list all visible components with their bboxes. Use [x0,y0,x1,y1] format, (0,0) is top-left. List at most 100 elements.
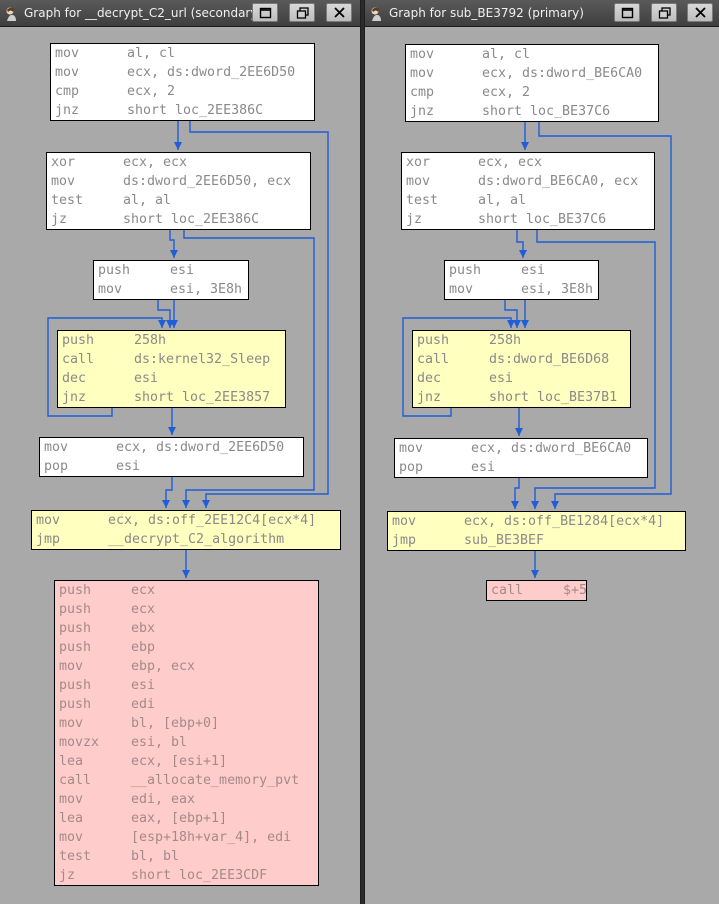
minimize-button[interactable] [614,3,640,22]
asm-line[interactable]: cmp ecx, 2 [55,82,314,101]
asm-line[interactable]: push ebx [59,619,318,638]
code-block[interactable]: push esi mov esi, 3E8h [444,260,599,300]
asm-line[interactable]: mov al, cl [55,44,314,63]
code-block[interactable]: mov al, cl mov ecx, ds:dword_2EE6D50 cmp ecx,… [50,43,315,121]
asm-mnemonic: pop [399,460,424,475]
code-block[interactable]: push 258h call ds:kernel32_Sleep dec esi jnz sh… [57,330,286,408]
asm-line[interactable]: push 258h [62,331,285,350]
edge-arrowhead [511,501,519,509]
asm-line[interactable]: push esi [449,261,598,280]
asm-line[interactable]: push esi [98,261,248,280]
code-block[interactable]: push 258h call ds:dword_BE6D68dec esi jnz shor… [412,330,631,408]
asm-line[interactable]: mov [esp+18h+var_4], edi [59,828,318,847]
asm-line[interactable]: mov ds:dword_BE6CA0, ecx [406,172,654,191]
asm-line[interactable]: xor ecx, ecx [406,153,654,172]
asm-line[interactable]: xor ecx, ecx [51,153,310,172]
asm-line[interactable]: push ebp [59,638,318,657]
asm-line[interactable]: jnz short loc_2EE3857 [62,388,285,407]
code-block[interactable]: mov ecx, ds:dword_BE6CA0pop esi [394,438,648,478]
asm-operands: short loc_BE37C6 [482,104,611,119]
graph-pane-secondary[interactable]: Graph for __decrypt_C2_url (secondary) m… [0,0,361,904]
asm-mnemonic: xor [406,155,431,170]
asm-line[interactable]: mov ebp, ecx [59,657,318,676]
asm-line[interactable]: jmp sub_BE3BEF [392,531,685,550]
asm-line[interactable]: lea ecx, [esi+1] [59,752,318,771]
title-bar[interactable]: Graph for sub_BE3792 (primary) [365,0,719,27]
asm-line[interactable]: push ecx [59,581,318,600]
asm-line[interactable]: test al, al [406,191,654,210]
code-block[interactable]: call $+5 [486,580,587,601]
asm-line[interactable]: mov ecx, ds:off_2EE12C4[ecx*4] [36,511,340,530]
restore-button[interactable] [289,3,315,22]
asm-line[interactable]: mov bl, [ebp+0] [59,714,318,733]
asm-line[interactable]: call __allocate_memory_pvt [59,771,318,790]
asm-line[interactable]: mov esi, 3E8h [98,280,248,299]
asm-line[interactable]: push 258h [417,331,630,350]
close-button[interactable] [687,3,713,22]
asm-line[interactable]: cmp ecx, 2 [410,83,658,102]
asm-operands: esi [489,371,514,386]
code-block[interactable]: mov ecx, ds:off_2EE12C4[ecx*4] jmp __decryp… [31,510,341,550]
code-block[interactable]: mov ecx, ds:dword_2EE6D50 pop esi [39,437,304,477]
code-block[interactable]: mov ecx, ds:off_BE1284[ecx*4] jmp sub_BE3BE… [387,511,686,551]
asm-line[interactable]: mov ecx, ds:off_BE1284[ecx*4] [392,512,685,531]
asm-line[interactable]: call ds:kernel32_Sleep [62,350,285,369]
asm-line[interactable]: push ecx [59,600,318,619]
asm-operands: ebp, ecx [131,659,196,674]
asm-line[interactable]: mov ecx, ds:dword_2EE6D50 [44,438,303,457]
asm-line[interactable]: mov edi, eax [59,790,318,809]
asm-mnemonic: lea [59,754,84,769]
asm-line[interactable]: jnz short loc_BE37C6 [410,102,658,121]
code-block[interactable]: xor ecx, ecx mov ds:dword_BE6CA0, ecx test al… [401,152,655,230]
restore-button[interactable] [651,3,677,22]
asm-line[interactable]: mov ecx, ds:dword_BE6CA0 [399,439,647,458]
minimize-button[interactable] [252,3,278,22]
asm-mnemonic: mov [55,65,80,80]
asm-line[interactable]: dec esi [62,369,285,388]
asm-operands: ecx, ds:off_2EE12C4[ecx*4] [108,513,317,528]
asm-line[interactable]: jmp __decrypt_C2_algorithm [36,530,340,549]
asm-mnemonic: mov [59,716,84,731]
asm-operands: al, cl [127,46,176,61]
code-block[interactable]: xor ecx, ecx mov ds:dword_2EE6D50, ecx test a… [46,152,311,230]
asm-line[interactable]: push edi [59,695,318,714]
asm-operands: esi [471,460,496,475]
asm-line[interactable]: mov al, cl [410,45,658,64]
asm-line[interactable]: push esi [59,676,318,695]
asm-line[interactable]: jz short loc_2EE3CDF [59,866,318,885]
edge-arrowhead [158,320,166,328]
asm-line[interactable]: pop esi [44,457,303,476]
asm-line[interactable]: call $+5 [491,581,586,600]
asm-operands: short loc_2EE386C [127,103,264,118]
asm-line[interactable]: pop esi [399,458,647,477]
code-block[interactable]: push ecx push ecx push ebx push ebp mov ebp, ecx p… [54,580,319,886]
asm-line[interactable]: dec esi [417,369,630,388]
asm-line[interactable]: mov ds:dword_2EE6D50, ecx [51,172,310,191]
code-block[interactable]: push esi mov esi, 3E8h [93,260,249,300]
edge-arrowhead [162,500,170,508]
asm-line[interactable]: mov esi, 3E8h [449,280,598,299]
asm-line[interactable]: test al, al [51,191,310,210]
asm-line[interactable]: jnz short loc_BE37B1 [417,388,630,407]
edge-arrowhead [551,501,559,509]
asm-operands: short loc_BE37B1 [489,390,618,405]
asm-line[interactable]: mov ecx, ds:dword_2EE6D50 [55,63,314,82]
asm-mnemonic: jz [406,212,423,227]
title-bar[interactable]: Graph for __decrypt_C2_url (secondary) [0,0,360,27]
asm-line[interactable]: movzx esi, bl [59,733,318,752]
asm-line[interactable]: jnz short loc_2EE386C [55,101,314,120]
asm-operands: al, al [478,193,527,208]
asm-line[interactable]: call ds:dword_BE6D68 [417,350,630,369]
asm-line[interactable]: jz short loc_BE37C6 [406,210,654,229]
asm-mnemonic: call [59,773,92,788]
close-button[interactable] [326,3,352,22]
asm-line[interactable]: test bl, bl [59,847,318,866]
asm-line[interactable]: jz short loc_2EE386C [51,210,310,229]
asm-operands: esi, bl [131,735,188,750]
asm-line[interactable]: mov ecx, ds:dword_BE6CA0 [410,64,658,83]
asm-mnemonic: mov [410,66,435,81]
graph-pane-primary[interactable]: Graph for sub_BE3792 (primary) mov al, cl… [364,0,719,904]
asm-line[interactable]: lea eax, [ebp+1] [59,809,318,828]
asm-mnemonic: dec [417,371,442,386]
code-block[interactable]: mov al, cl mov ecx, ds:dword_BE6CA0 cmp ecx, … [405,44,659,122]
